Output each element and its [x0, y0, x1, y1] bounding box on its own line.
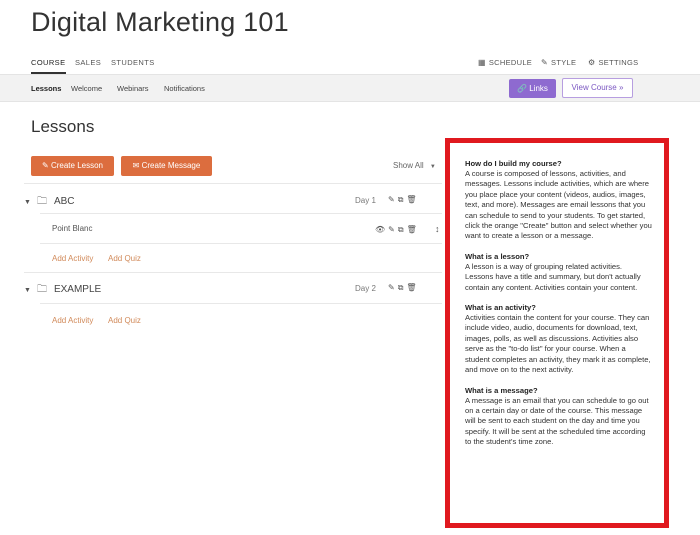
help-answer: A course is composed of lessons, activit… [465, 169, 652, 241]
create-message-label: Create Message [141, 161, 201, 170]
sub-navigation: Lessons Welcome Webinars Notifications 🔗… [0, 74, 700, 102]
edit-icon: ✎ [42, 161, 49, 170]
top-navigation: COURSE SALES STUDENTS ▦ SCHEDULE ✎ STYLE ⚙… [0, 55, 700, 74]
copy-icon[interactable]: ⧉ [398, 225, 407, 234]
divider [24, 272, 442, 273]
create-lesson-button[interactable]: ✎ Create Lesson [31, 156, 114, 176]
add-quiz-link[interactable]: Add Quiz [108, 254, 141, 263]
divider [24, 183, 442, 184]
envelope-icon: ✉ [132, 161, 140, 170]
lesson-actions: ✎⧉🗑 [388, 195, 420, 205]
create-message-button[interactable]: ✉ Create Message [121, 156, 212, 176]
drag-handle-icon[interactable]: ↕ [435, 224, 443, 234]
activity-item[interactable]: Point Blanc [52, 224, 92, 233]
style-label: STYLE [551, 58, 577, 67]
page-title: Digital Marketing 101 [31, 7, 289, 37]
settings-label: SETTINGS [598, 58, 639, 67]
lesson-day: Day 2 [355, 284, 376, 293]
edit-icon[interactable]: ✎ [388, 225, 398, 234]
settings-link[interactable]: ⚙ SETTINGS [588, 58, 638, 67]
trash-icon[interactable]: 🗑 [406, 283, 419, 292]
tab-course[interactable]: COURSE [31, 58, 66, 74]
help-section: What is an activity? Activities contain … [465, 303, 652, 375]
help-section: What is a message? A message is an email… [465, 386, 652, 448]
help-answer: A lesson is a way of grouping related ac… [465, 261, 641, 292]
help-question: What is a lesson? [465, 251, 530, 261]
edit-icon[interactable]: ✎ [388, 283, 398, 292]
divider [40, 243, 442, 244]
help-panel: How do I build my course? A course is co… [445, 138, 669, 528]
folder-icon: 🗀 [36, 284, 47, 295]
help-question: How do I build my course? [465, 159, 562, 168]
eye-icon[interactable]: 👁 [375, 225, 388, 234]
subnav-webinars[interactable]: Webinars [117, 84, 149, 93]
style-link[interactable]: ✎ STYLE [541, 58, 576, 67]
lessons-heading: Lessons [31, 117, 95, 136]
trash-icon[interactable]: 🗑 [407, 225, 420, 234]
show-all-label: Show All [393, 161, 424, 170]
links-button[interactable]: 🔗 Links [509, 79, 556, 98]
lesson-day: Day 1 [355, 196, 376, 205]
add-quiz-link[interactable]: Add Quiz [108, 316, 141, 325]
divider [40, 213, 442, 214]
help-section: What is a lesson? A lesson is a way of g… [465, 252, 652, 293]
activity-actions: 👁✎⧉🗑 [375, 225, 420, 235]
edit-icon[interactable]: ✎ [388, 195, 398, 204]
gear-icon: ⚙ [588, 58, 596, 67]
caret-down-icon: ▼ [429, 164, 436, 170]
folder-icon: 🗀 [36, 196, 47, 207]
subnav-lessons[interactable]: Lessons [31, 84, 61, 93]
add-activity-link[interactable]: Add Activity [52, 316, 93, 325]
help-question: What is an activity? [465, 303, 536, 313]
lesson-name: ABC [53, 196, 75, 207]
lesson-abc-toggle[interactable]: ▼ 🗀 ABC [24, 194, 75, 211]
create-lesson-label: Create Lesson [50, 161, 103, 170]
schedule-link[interactable]: ▦ SCHEDULE [478, 58, 532, 67]
schedule-label: SCHEDULE [488, 58, 533, 67]
calendar-icon: ▦ [478, 58, 486, 67]
tab-sales[interactable]: SALES [75, 58, 101, 67]
subnav-notifications[interactable]: Notifications [164, 84, 205, 93]
brush-icon: ✎ [541, 58, 549, 67]
lesson-name: EXAMPLE [53, 284, 102, 295]
help-section: How do I build my course? A course is co… [465, 159, 652, 242]
chevron-down-icon: ▼ [24, 199, 31, 206]
links-label: Links [529, 84, 548, 93]
divider [40, 303, 442, 304]
chevron-down-icon: ▼ [24, 287, 31, 294]
help-question: What is a message? [465, 385, 538, 395]
lesson-example-toggle[interactable]: ▼ 🗀 EXAMPLE [24, 282, 101, 299]
trash-icon[interactable]: 🗑 [406, 195, 419, 204]
subnav-welcome[interactable]: Welcome [71, 84, 102, 93]
help-answer: A message is an email that you can sched… [465, 395, 649, 447]
link-icon: 🔗 [517, 84, 528, 93]
help-answer: Activities contain the content for your … [465, 313, 651, 375]
add-activity-link[interactable]: Add Activity [52, 254, 93, 263]
tab-students[interactable]: STUDENTS [111, 58, 155, 67]
show-all-dropdown[interactable]: Show All ▼ [393, 161, 436, 170]
lesson-actions: ✎⧉🗑 [388, 283, 420, 293]
view-course-button[interactable]: View Course » [562, 78, 633, 98]
